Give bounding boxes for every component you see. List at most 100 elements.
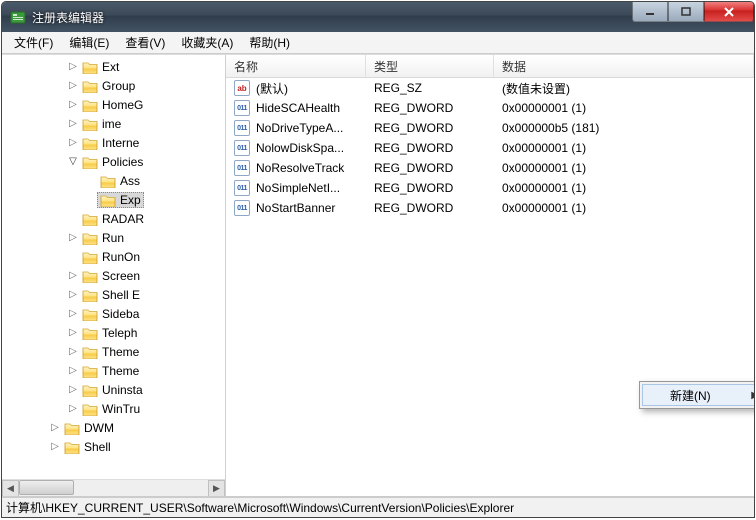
value-name: (默认) [256,80,288,97]
tree-item[interactable]: ▷ DWM [6,418,225,437]
tree-item[interactable]: RADAR [6,209,225,228]
value-row[interactable]: 011HideSCAHealthREG_DWORD0x00000001 (1) [226,98,754,118]
values-panel: 名称 类型 数据 ab(默认)REG_SZ(数值未设置)011HideSCAHe… [226,55,754,496]
tree-item[interactable]: ▷ HomeG [6,95,225,114]
tree-item[interactable]: ▷ Theme [6,342,225,361]
expander-closed-icon[interactable]: ▷ [66,288,80,302]
expander-closed-icon[interactable]: ▷ [48,440,62,454]
tree-item-label: WinTru [102,402,140,416]
col-header-type[interactable]: 类型 [366,55,494,77]
tree-h-scrollbar[interactable]: ◀ ▶ [2,479,225,496]
binary-value-icon: 011 [234,140,250,156]
titlebar[interactable]: 注册表编辑器 [2,2,754,32]
tree-item[interactable]: ▷ Group [6,76,225,95]
tree-item-label: Interne [102,136,139,150]
minimize-button[interactable] [632,2,668,22]
menu-file[interactable]: 文件(F) [6,32,61,53]
tree-item-label: Sideba [102,307,139,321]
binary-value-icon: 011 [234,120,250,136]
expander-closed-icon[interactable]: ▷ [66,98,80,112]
scroll-left-icon[interactable]: ◀ [2,480,19,497]
tree-item-label: HomeG [102,98,143,112]
tree-item[interactable]: ▷ Uninsta [6,380,225,399]
tree-item-label: Group [102,79,135,93]
value-row[interactable]: 011 NolowDiskSpa... REG_DWORD 0x00000001 (1… [226,138,754,158]
value-row[interactable]: 011NoSimpleNetI...REG_DWORD0x00000001 (1… [226,178,754,198]
col-header-data[interactable]: 数据 [494,55,754,77]
scroll-right-icon[interactable]: ▶ [208,480,225,497]
expander-open-icon[interactable]: ▽ [66,155,80,169]
expander-closed-icon[interactable]: ▷ [66,136,80,150]
tree-item[interactable]: ▷ WinTru [6,399,225,418]
tree-item-label: Theme [102,345,139,359]
value-row[interactable]: ab(默认)REG_SZ(数值未设置) [226,78,754,98]
value-type: REG_DWORD [374,141,453,155]
chevron-right-icon: ▶ [751,390,755,401]
col-header-name[interactable]: 名称 [226,55,366,77]
scroll-track[interactable] [19,480,208,497]
binary-value-icon: 011 [234,180,250,196]
value-type: REG_DWORD [374,181,453,195]
value-type: REG_DWORD [374,161,453,175]
tree-item[interactable]: Exp [6,190,225,209]
tree-panel[interactable]: ▷Ext▷Group▷HomeG▷ime▷Interne▽PoliciesAss… [2,55,226,496]
tree-item[interactable]: ▷Teleph [6,323,225,342]
tree-item[interactable]: ▽Policies [6,152,225,171]
menu-view[interactable]: 查看(V) [117,32,173,53]
expander-closed-icon[interactable]: ▷ [66,79,80,93]
value-data: 0x000000b5 (181) [502,121,599,135]
tree-item[interactable]: ▷Screen [6,266,225,285]
tree-item-label: Theme [102,364,139,378]
expander-closed-icon[interactable]: ▷ [66,269,80,283]
string-value-icon: ab [234,80,250,96]
expander-closed-icon[interactable]: ▷ [48,421,62,435]
value-name: NoStartBanner [256,201,335,215]
menu-edit[interactable]: 编辑(E) [61,32,117,53]
tree-item[interactable]: ▷ Theme [6,361,225,380]
expander-closed-icon[interactable]: ▷ [66,383,80,397]
expander-closed-icon[interactable]: ▷ [66,60,80,74]
close-button[interactable] [704,2,754,22]
expander-closed-icon[interactable]: ▷ [66,364,80,378]
list-header: 名称 类型 数据 [226,55,754,78]
binary-value-icon: 011 [234,200,250,216]
expander-closed-icon[interactable]: ▷ [66,345,80,359]
menubar: 文件(F) 编辑(E) 查看(V) 收藏夹(A) 帮助(H) [2,32,754,54]
tree-item-label: DWM [84,421,114,435]
value-type: REG_DWORD [374,121,453,135]
value-data: 0x00000001 (1) [502,141,586,155]
expander-closed-icon[interactable]: ▷ [66,117,80,131]
tree-item[interactable]: Ass [6,171,225,190]
value-name: NolowDiskSpa... [256,141,344,155]
value-data: 0x00000001 (1) [502,161,586,175]
value-row[interactable]: 011NoStartBannerREG_DWORD0x00000001 (1) [226,198,754,218]
tree-item[interactable]: ▷ Sideba [6,304,225,323]
tree-item[interactable]: ▷ Interne [6,133,225,152]
menu-help[interactable]: 帮助(H) [241,32,298,53]
tree-item-label: RunOn [102,250,140,264]
expander-closed-icon[interactable]: ▷ [66,402,80,416]
tree-item[interactable]: ▷Shell E [6,285,225,304]
tree-item-label: Uninsta [102,383,143,397]
window-title: 注册表编辑器 [32,9,104,26]
tree-item[interactable]: ▷Run [6,228,225,247]
tree-item[interactable]: RunOn [6,247,225,266]
expander-closed-icon[interactable]: ▷ [66,326,80,340]
value-row[interactable]: 011NoResolveTrackREG_DWORD0x00000001 (1) [226,158,754,178]
menu-item-new[interactable]: 新建(N) ▶ [642,384,755,406]
value-data: 0x00000001 (1) [502,101,586,115]
maximize-button[interactable] [668,2,704,22]
value-row[interactable]: 011 NoDriveTypeA... REG_DWORD 0x000000b5 (1… [226,118,754,138]
tree-item[interactable]: ▷Ext [6,57,225,76]
expander-closed-icon[interactable]: ▷ [66,307,80,321]
scroll-thumb[interactable] [19,480,74,495]
expander-closed-icon[interactable]: ▷ [66,231,80,245]
app-icon [10,9,26,25]
tree-item[interactable]: ▷Shell [6,437,225,456]
list-body[interactable]: ab(默认)REG_SZ(数值未设置)011HideSCAHealthREG_D… [226,78,754,496]
value-name: NoDriveTypeA... [256,121,343,135]
menu-favorites[interactable]: 收藏夹(A) [173,32,241,53]
tree-item[interactable]: ▷ime [6,114,225,133]
context-menu[interactable]: 新建(N) ▶ [639,381,755,409]
value-data: 0x00000001 (1) [502,201,586,215]
